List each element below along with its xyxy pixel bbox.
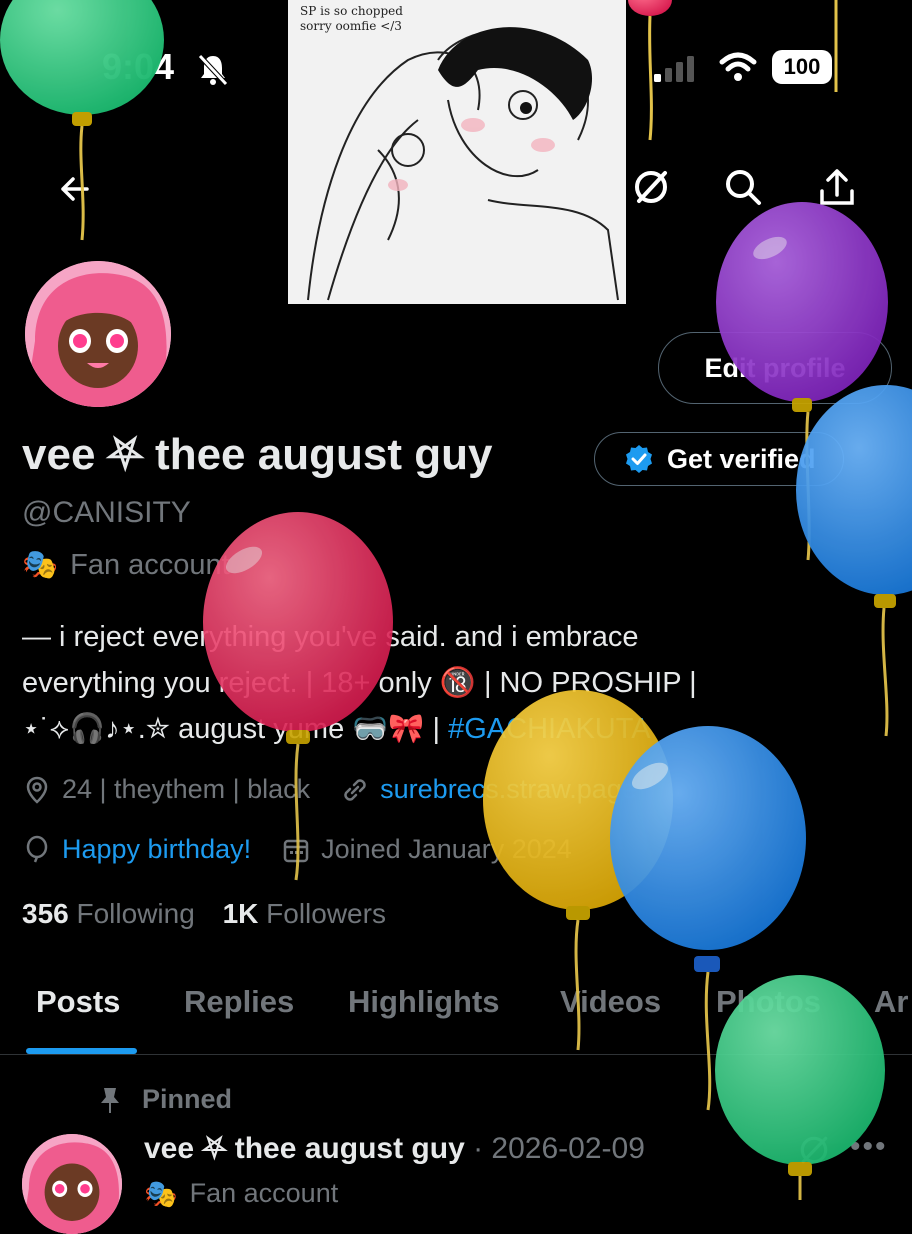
- birthday-label: Happy birthday!: [62, 834, 252, 864]
- profile-tabs: Posts Replies Highlights Videos Photos A…: [0, 966, 912, 1055]
- post-avatar-illustration: [22, 1134, 122, 1234]
- edit-profile-button[interactable]: Edit profile: [658, 332, 892, 404]
- pin-icon: [101, 1087, 119, 1113]
- display-name: vee ⛧ thee august guy: [22, 430, 493, 479]
- bio-line-1: — i reject everything you've said. and i…: [22, 621, 639, 653]
- pinned-indicator: Pinned: [96, 1084, 232, 1115]
- link-icon: [344, 778, 366, 801]
- followers-link[interactable]: 1K Followers: [223, 898, 386, 929]
- post-category-label: Fan account: [189, 1178, 339, 1208]
- bio-line-3: ⋆˙⟡🎧♪⋆.✮ august yume 🥽🎀 | #GACHIAKUTA: [22, 706, 882, 752]
- tab-videos[interactable]: Videos: [560, 984, 661, 1020]
- following-count: 356: [22, 898, 69, 929]
- back-button[interactable]: [52, 166, 98, 212]
- grok-icon: [635, 171, 667, 203]
- following-label: Following: [76, 898, 195, 929]
- location-label: 24 | theythem | black: [62, 774, 311, 804]
- post-grok-icon[interactable]: [796, 1132, 832, 1168]
- pinned-label: Pinned: [142, 1084, 233, 1114]
- location-icon: [26, 776, 48, 804]
- post-header: vee ⛧ thee august guy · 2026-02-09: [144, 1132, 645, 1166]
- avatar-illustration: [25, 261, 171, 407]
- balloon-icon: [26, 835, 48, 862]
- bio-line-2: everything you reject. | 18+ only 🔞 | NO…: [22, 667, 697, 699]
- tab-posts[interactable]: Posts: [36, 984, 120, 1020]
- search-button[interactable]: [720, 164, 766, 210]
- profile-stats: 356 Following 1K Followers: [22, 898, 386, 930]
- category-label: Fan account: [70, 548, 230, 581]
- status-time: 9:04: [102, 46, 175, 87]
- profile-meta-row-2: Happy birthday! Joined January 2024: [22, 834, 572, 865]
- profile-handle: @CANISITY: [22, 496, 191, 529]
- website-link[interactable]: surebrecs.straw.page: [380, 774, 637, 805]
- battery-indicator: 100: [772, 50, 832, 84]
- theater-masks-icon: 🎭: [22, 549, 59, 581]
- share-icon: [820, 169, 854, 205]
- tab-photos[interactable]: Photos: [716, 984, 821, 1020]
- bio-line-3-text: ⋆˙⟡🎧♪⋆.✮ august yume 🥽🎀 |: [22, 713, 449, 745]
- verified-badge-icon: [626, 445, 652, 473]
- back-arrow-icon: [61, 177, 89, 201]
- bell-slash-icon: [198, 54, 228, 86]
- tab-articles[interactable]: Ar: [874, 984, 908, 1020]
- post-more-button[interactable]: •••: [850, 1130, 888, 1164]
- post-author-avatar[interactable]: [22, 1134, 122, 1234]
- followers-count: 1K: [222, 898, 259, 929]
- wifi-icon: [719, 52, 757, 81]
- following-link[interactable]: 356 Following: [22, 898, 195, 929]
- post-date: · 2026-02-09: [473, 1132, 645, 1165]
- joined-label: Joined January 2024: [321, 834, 572, 864]
- get-verified-button[interactable]: Get verified: [594, 432, 844, 486]
- profile-banner[interactable]: SP is so chopped sorry oomfie </3: [288, 0, 626, 304]
- grok-button[interactable]: [628, 164, 674, 210]
- banner-sketch: [307, 27, 619, 301]
- post-author-name[interactable]: vee ⛧ thee august guy: [144, 1132, 465, 1165]
- profile-category: 🎭 Fan account: [22, 548, 230, 582]
- signal-icon: [654, 56, 694, 82]
- get-verified-label: Get verified: [667, 443, 816, 474]
- post-category-icon: 🎭: [144, 1179, 178, 1209]
- bio-hashtag-link[interactable]: #GACHIAKUTA: [448, 713, 651, 745]
- active-tab-indicator: [26, 1048, 137, 1054]
- followers-label: Followers: [266, 898, 386, 929]
- profile-meta-row-1: 24 | theythem | black surebrecs.straw.pa…: [22, 774, 637, 805]
- post-author-category: 🎭 Fan account: [144, 1178, 338, 1210]
- profile-bio: — i reject everything you've said. and i…: [22, 614, 882, 752]
- calendar-icon: [283, 839, 309, 862]
- search-icon: [726, 170, 761, 205]
- profile-avatar[interactable]: [22, 258, 174, 410]
- tab-highlights[interactable]: Highlights: [348, 984, 500, 1020]
- tab-replies[interactable]: Replies: [184, 984, 294, 1020]
- share-button[interactable]: [814, 164, 860, 210]
